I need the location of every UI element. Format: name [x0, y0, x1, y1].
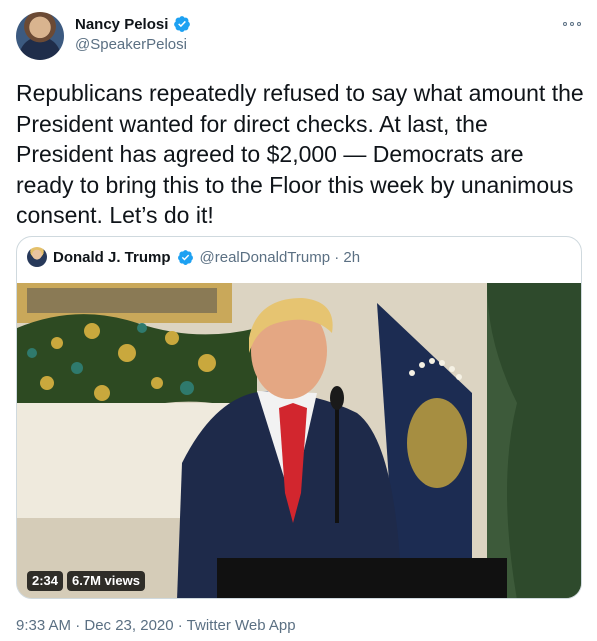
- quoted-author-handle-time: @realDonaldTrump · 2h: [199, 248, 361, 266]
- more-options-icon[interactable]: [563, 18, 581, 30]
- quoted-tweet-header: Donald J. Trump @realDonaldTrump · 2h: [27, 247, 360, 267]
- quoted-verified-badge-icon: [177, 249, 193, 265]
- video-info-badges: 2:34 6.7M views: [27, 571, 145, 591]
- video-player[interactable]: 2:34 6.7M views: [17, 283, 581, 598]
- verified-badge-icon: [174, 16, 191, 32]
- video-thumbnail: [17, 283, 581, 598]
- tweet-timestamp[interactable]: 9:33 AM · Dec 23, 2020 · Twitter Web App: [16, 617, 296, 634]
- tweet-text: Republicans repeatedly refused to say wh…: [16, 80, 584, 228]
- video-views-badge: 6.7M views: [67, 571, 145, 591]
- author-display-name[interactable]: Nancy Pelosi: [75, 16, 168, 33]
- video-duration-badge: 2:34: [27, 571, 64, 591]
- author-handle[interactable]: @SpeakerPelosi: [75, 36, 191, 53]
- quoted-author-name: Donald J. Trump: [53, 248, 171, 266]
- author-name-row: Nancy Pelosi: [75, 15, 191, 33]
- author-info: Nancy Pelosi @SpeakerPelosi: [75, 15, 191, 53]
- author-avatar[interactable]: [16, 12, 64, 60]
- tweet-card: Nancy Pelosi @SpeakerPelosi Republicans …: [0, 0, 597, 641]
- quoted-author-avatar: [27, 247, 47, 267]
- quoted-tweet[interactable]: Donald J. Trump @realDonaldTrump · 2h 2:…: [16, 236, 582, 599]
